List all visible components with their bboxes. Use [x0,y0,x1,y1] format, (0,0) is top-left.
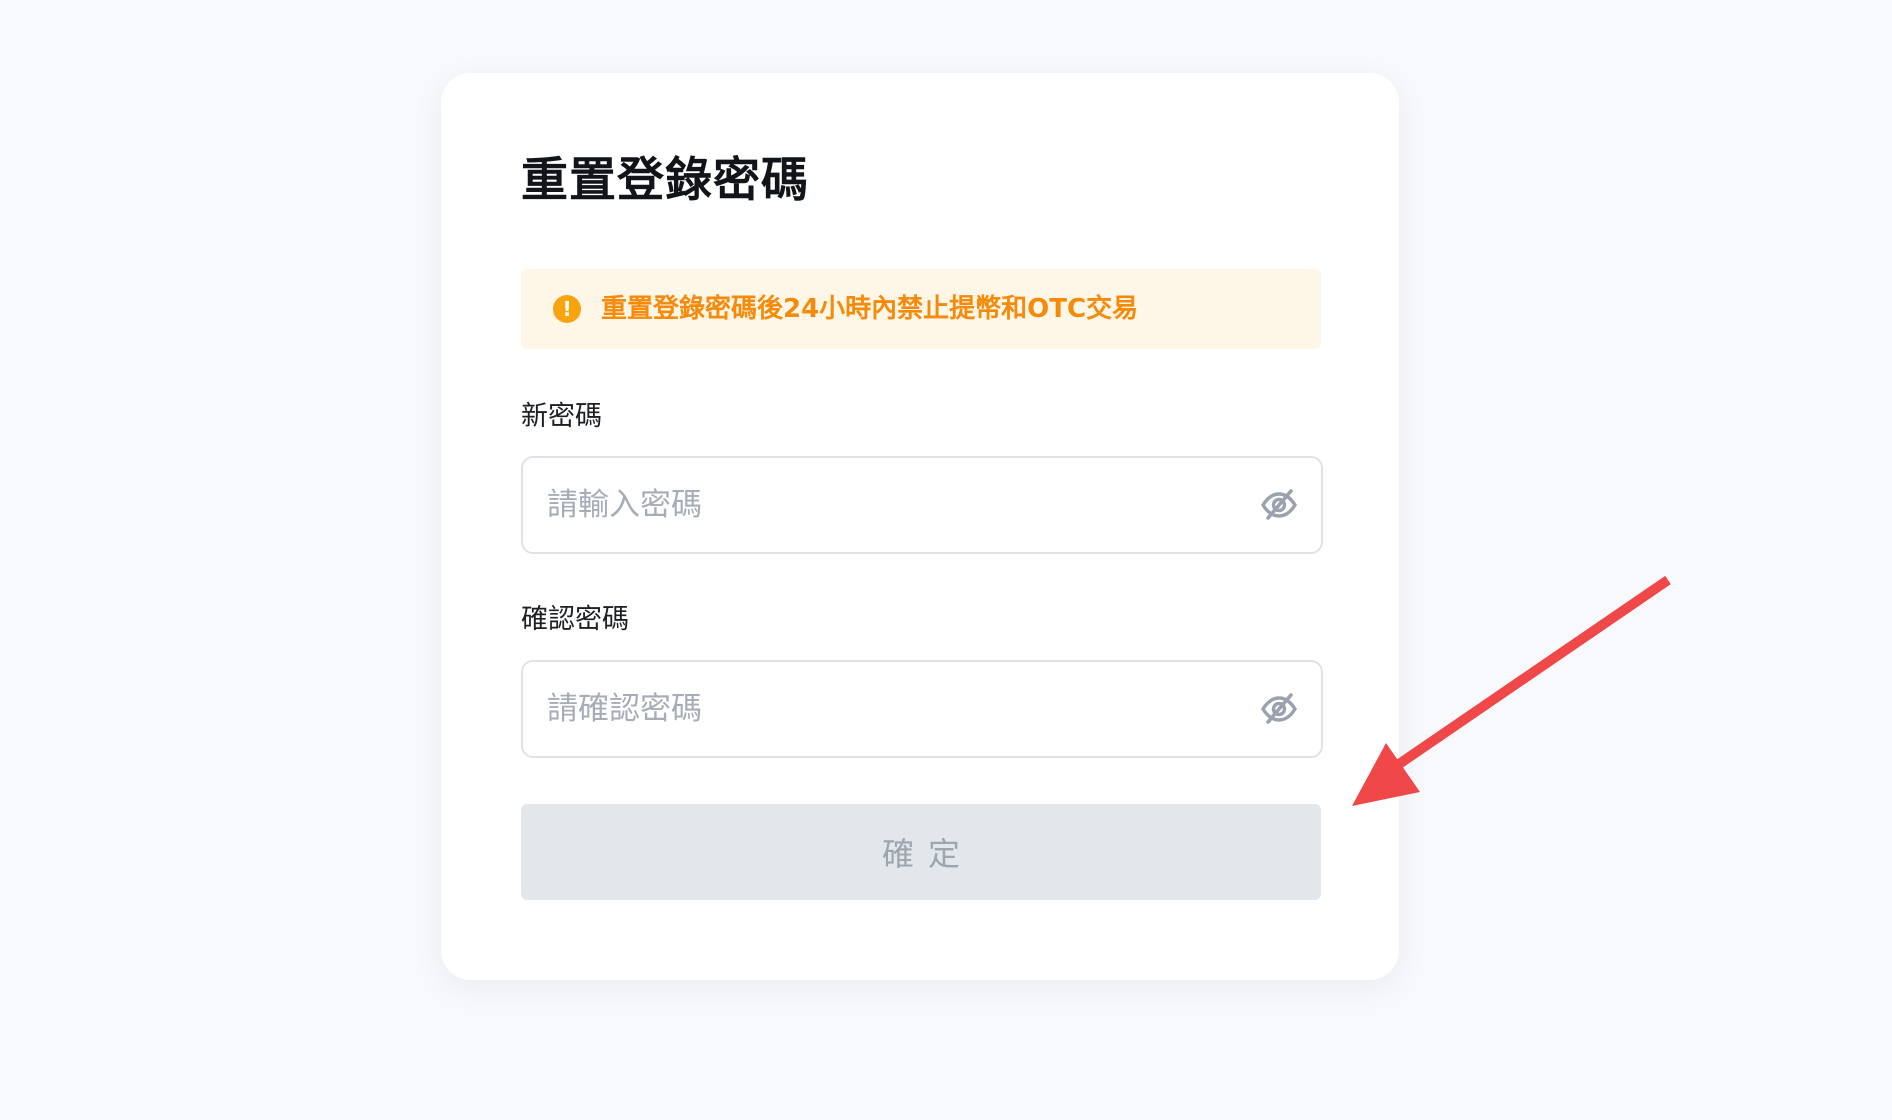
warning-banner: ! 重置登錄密碼後24小時內禁止提幣和OTC交易 [521,269,1321,349]
new-password-input[interactable] [547,458,1227,552]
new-password-label: 新密碼 [521,401,602,432]
page-title: 重置登錄密碼 [521,153,809,208]
confirm-password-field [521,660,1323,758]
confirm-password-label: 確認密碼 [521,604,629,635]
reset-password-card: 重置登錄密碼 ! 重置登錄密碼後24小時內禁止提幣和OTC交易 新密碼 確認密碼… [441,73,1399,980]
eye-off-icon[interactable] [1259,689,1299,729]
eye-off-icon[interactable] [1259,485,1299,525]
warning-text: 重置登錄密碼後24小時內禁止提幣和OTC交易 [601,294,1139,324]
red-arrow-annotation [1352,575,1671,806]
confirm-password-input[interactable] [547,662,1227,756]
confirm-button[interactable]: 確定 [521,804,1321,900]
new-password-field [521,456,1323,554]
exclamation-circle-icon: ! [553,295,581,323]
